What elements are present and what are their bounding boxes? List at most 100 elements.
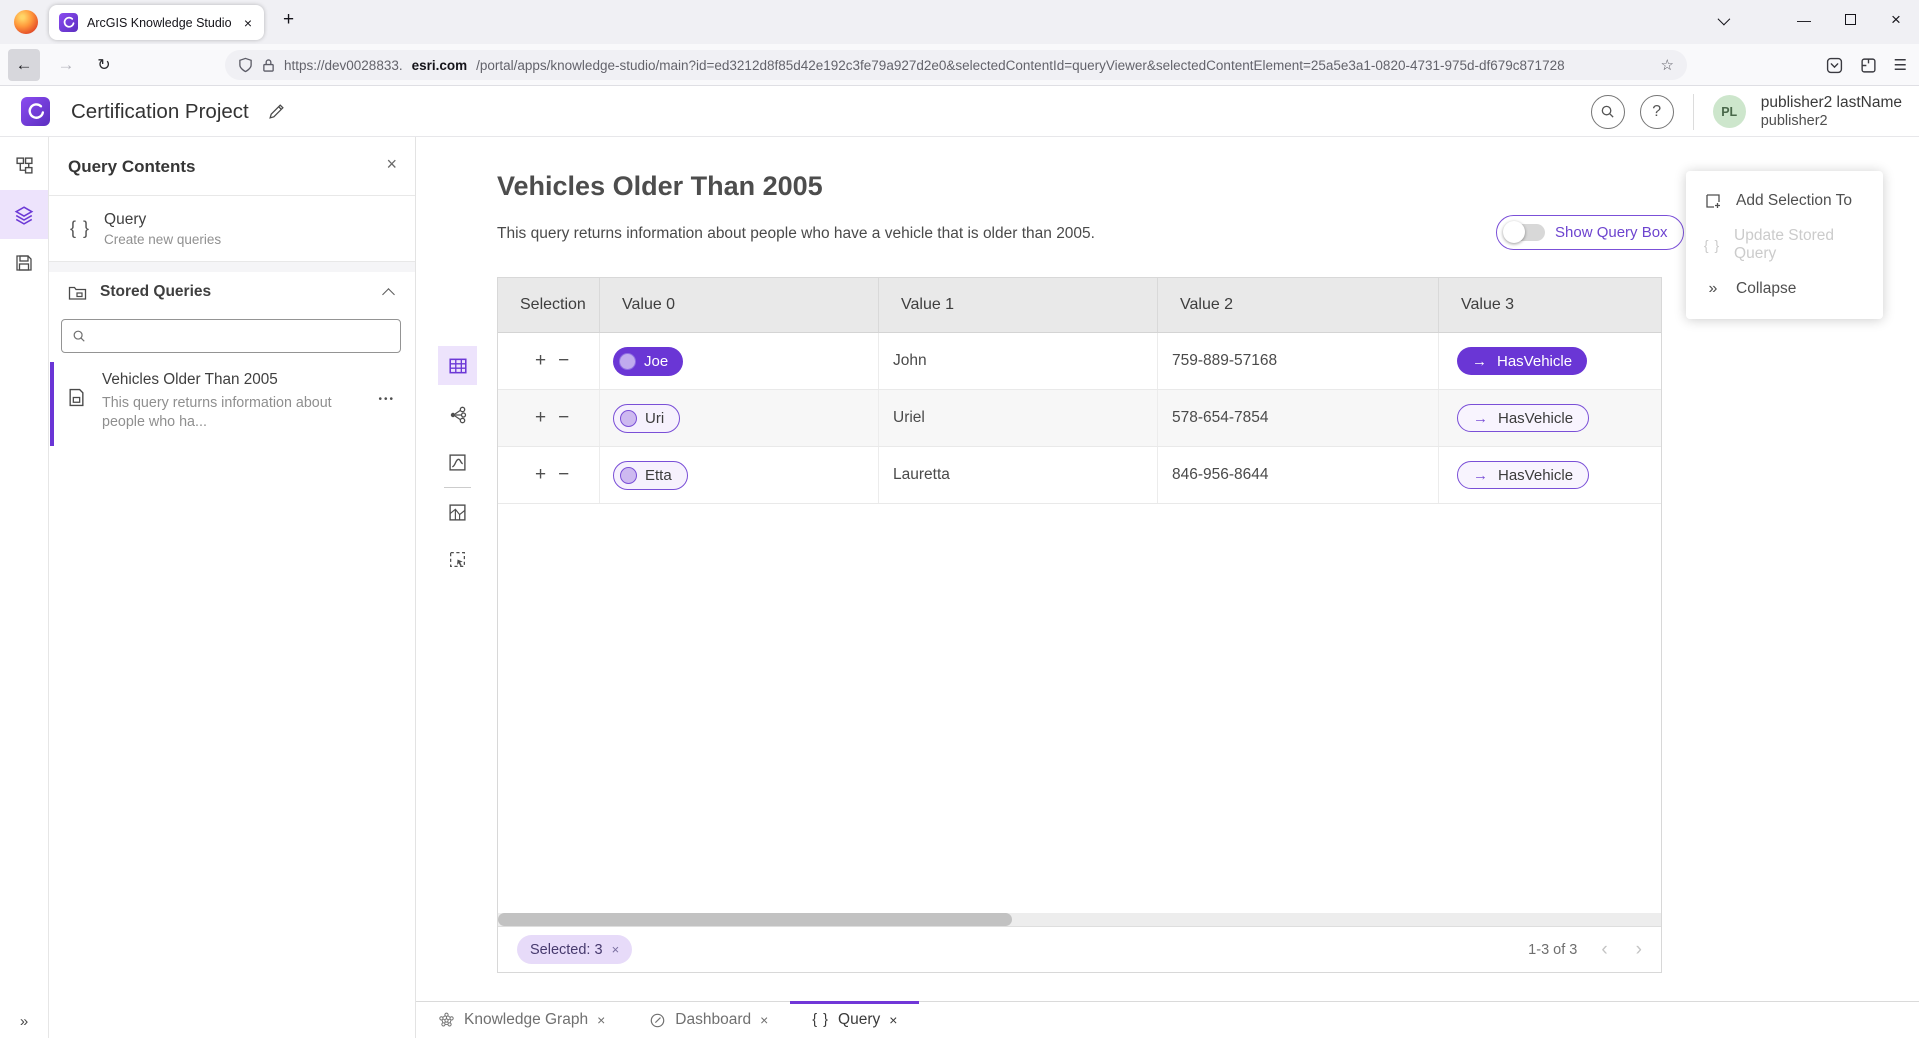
stored-queries-header[interactable]: Stored Queries: [49, 272, 415, 312]
value1-cell: Uriel: [879, 390, 1158, 446]
relationship-chip[interactable]: →HasVehicle: [1457, 404, 1589, 432]
close-tab-icon[interactable]: ×: [889, 1012, 897, 1028]
select-tool-icon[interactable]: [438, 540, 477, 579]
stored-queries-label: Stored Queries: [100, 283, 211, 301]
save-icon[interactable]: [0, 238, 48, 287]
avatar[interactable]: PL: [1713, 95, 1746, 128]
entity-chip[interactable]: Etta: [613, 461, 688, 490]
table-row: + − Joe John 759-889-57168 →HasVehicle: [498, 333, 1661, 390]
window-minimize-button[interactable]: —: [1781, 12, 1827, 28]
entity-chip[interactable]: Uri: [613, 404, 680, 433]
entity-chip[interactable]: Joe: [613, 347, 683, 376]
window-close-button[interactable]: ×: [1873, 10, 1919, 30]
browser-titlebar: ArcGIS Knowledge Studio × + — ×: [0, 0, 1919, 44]
chart-view-icon[interactable]: [438, 443, 477, 482]
edit-title-pencil-icon[interactable]: [268, 103, 285, 120]
relationship-cell: →HasVehicle: [1439, 390, 1661, 446]
clear-selection-icon[interactable]: ×: [612, 942, 620, 957]
reload-button[interactable]: ↻: [88, 49, 120, 81]
entity-cell: Etta: [600, 447, 879, 503]
data-model-icon[interactable]: [0, 141, 48, 190]
tracking-shield-icon[interactable]: [238, 57, 253, 73]
window-maximize-button[interactable]: [1827, 12, 1873, 28]
relationship-chip[interactable]: →HasVehicle: [1457, 347, 1587, 375]
knowledge-studio-favicon-icon: [59, 13, 78, 32]
selection-cell: + −: [498, 390, 600, 446]
value2-cell: 578-654-7854: [1158, 390, 1439, 446]
relationship-chip[interactable]: →HasVehicle: [1457, 461, 1589, 489]
url-bar[interactable]: https://dev0028833.esri.com/portal/apps/…: [225, 50, 1687, 80]
forward-button[interactable]: →: [50, 49, 82, 81]
close-tab-icon[interactable]: ×: [760, 1012, 768, 1028]
selected-count-label: Selected: 3: [530, 942, 603, 958]
new-query-item[interactable]: { } Query Create new queries: [49, 196, 415, 262]
help-button[interactable]: ?: [1640, 95, 1674, 129]
query-item-subtitle: Create new queries: [104, 232, 221, 247]
browser-tab[interactable]: ArcGIS Knowledge Studio ×: [49, 5, 264, 40]
close-tab-icon[interactable]: ×: [597, 1012, 605, 1028]
selected-count-chip[interactable]: Selected: 3 ×: [517, 935, 632, 964]
back-button[interactable]: ←: [8, 49, 40, 81]
add-selection-button[interactable]: +: [535, 407, 546, 429]
remove-selection-button[interactable]: −: [558, 350, 569, 372]
panel-title: Query Contents: [68, 137, 196, 196]
knowledge-graph-icon: [438, 1012, 455, 1029]
query-contents-panel: Query Contents × { } Query Create new qu…: [49, 137, 416, 1038]
list-tabs-chevron-icon[interactable]: [1699, 12, 1745, 28]
screen: ArcGIS Knowledge Studio × + — × ← → ↻ ht…: [0, 0, 1919, 1038]
map-view-icon[interactable]: [438, 493, 477, 532]
new-tab-button[interactable]: +: [283, 9, 294, 31]
tab-close-icon[interactable]: ×: [242, 15, 254, 31]
toggle-track[interactable]: [1505, 224, 1545, 241]
url-domain: esri.com: [412, 58, 468, 73]
search-button[interactable]: [1591, 95, 1625, 129]
bookmark-star-icon[interactable]: ☆: [1661, 56, 1674, 74]
collapse-section-chevron-icon[interactable]: [382, 288, 395, 301]
extensions-icon[interactable]: [1860, 57, 1877, 74]
dashboard-gauge-icon: [649, 1012, 666, 1029]
tab-query[interactable]: { } Query ×: [790, 1002, 919, 1038]
menu-item-add-selection-to[interactable]: Add Selection To: [1686, 179, 1883, 223]
show-query-box-toggle[interactable]: Show Query Box: [1496, 215, 1684, 250]
project-title: Certification Project: [71, 86, 249, 137]
add-selection-button[interactable]: +: [535, 464, 546, 486]
menu-item-collapse[interactable]: » Collapse: [1686, 267, 1883, 311]
value1-cell: John: [879, 333, 1158, 389]
expand-rail-icon[interactable]: »: [0, 1013, 48, 1030]
remove-selection-button[interactable]: −: [558, 407, 569, 429]
column-header-value3: Value 3: [1439, 278, 1661, 332]
stored-query-item[interactable]: Vehicles Older Than 2005 This query retu…: [49, 362, 415, 446]
link-chart-icon[interactable]: [438, 395, 477, 434]
app-header: Certification Project ? PL publisher2 la…: [0, 86, 1919, 137]
remove-selection-button[interactable]: −: [558, 464, 569, 486]
value2-cell: 846-956-8644: [1158, 447, 1439, 503]
item-options-ellipsis-icon[interactable]: •••: [378, 394, 395, 405]
stored-queries-search-input[interactable]: [95, 328, 390, 344]
horizontal-scrollbar[interactable]: [498, 913, 1661, 926]
table-empty-area: [498, 504, 1661, 913]
entity-dot-icon: [619, 353, 636, 370]
firefox-icon[interactable]: [14, 10, 38, 34]
menu-hamburger-icon[interactable]: ☰: [1894, 56, 1907, 74]
pocket-save-icon[interactable]: [1826, 57, 1843, 74]
stored-query-description: This query returns information about peo…: [102, 394, 334, 433]
folder-icon: [68, 284, 87, 301]
scrollbar-thumb[interactable]: [498, 913, 1012, 926]
column-header-selection: Selection: [498, 278, 600, 332]
tab-knowledge-graph[interactable]: Knowledge Graph ×: [416, 1002, 627, 1038]
next-page-button[interactable]: ›: [1636, 940, 1642, 959]
record-range: 1-3 of 3: [1528, 942, 1577, 958]
entity-dot-icon: [620, 467, 637, 484]
add-selection-button[interactable]: +: [535, 350, 546, 372]
tab-dashboard[interactable]: Dashboard ×: [627, 1002, 790, 1038]
panel-close-icon[interactable]: ×: [386, 154, 397, 175]
table-view-icon[interactable]: [438, 346, 477, 385]
lock-icon[interactable]: [262, 58, 275, 73]
column-header-value2: Value 2: [1158, 278, 1439, 332]
stored-queries-search[interactable]: [61, 319, 401, 353]
contents-layers-icon[interactable]: [0, 190, 48, 239]
header-right-cluster: ? PL publisher2 lastName publisher2: [1591, 86, 1902, 137]
user-block[interactable]: publisher2 lastName publisher2: [1761, 93, 1902, 131]
prev-page-button[interactable]: ‹: [1601, 940, 1607, 959]
braces-icon: { }: [1703, 237, 1721, 253]
